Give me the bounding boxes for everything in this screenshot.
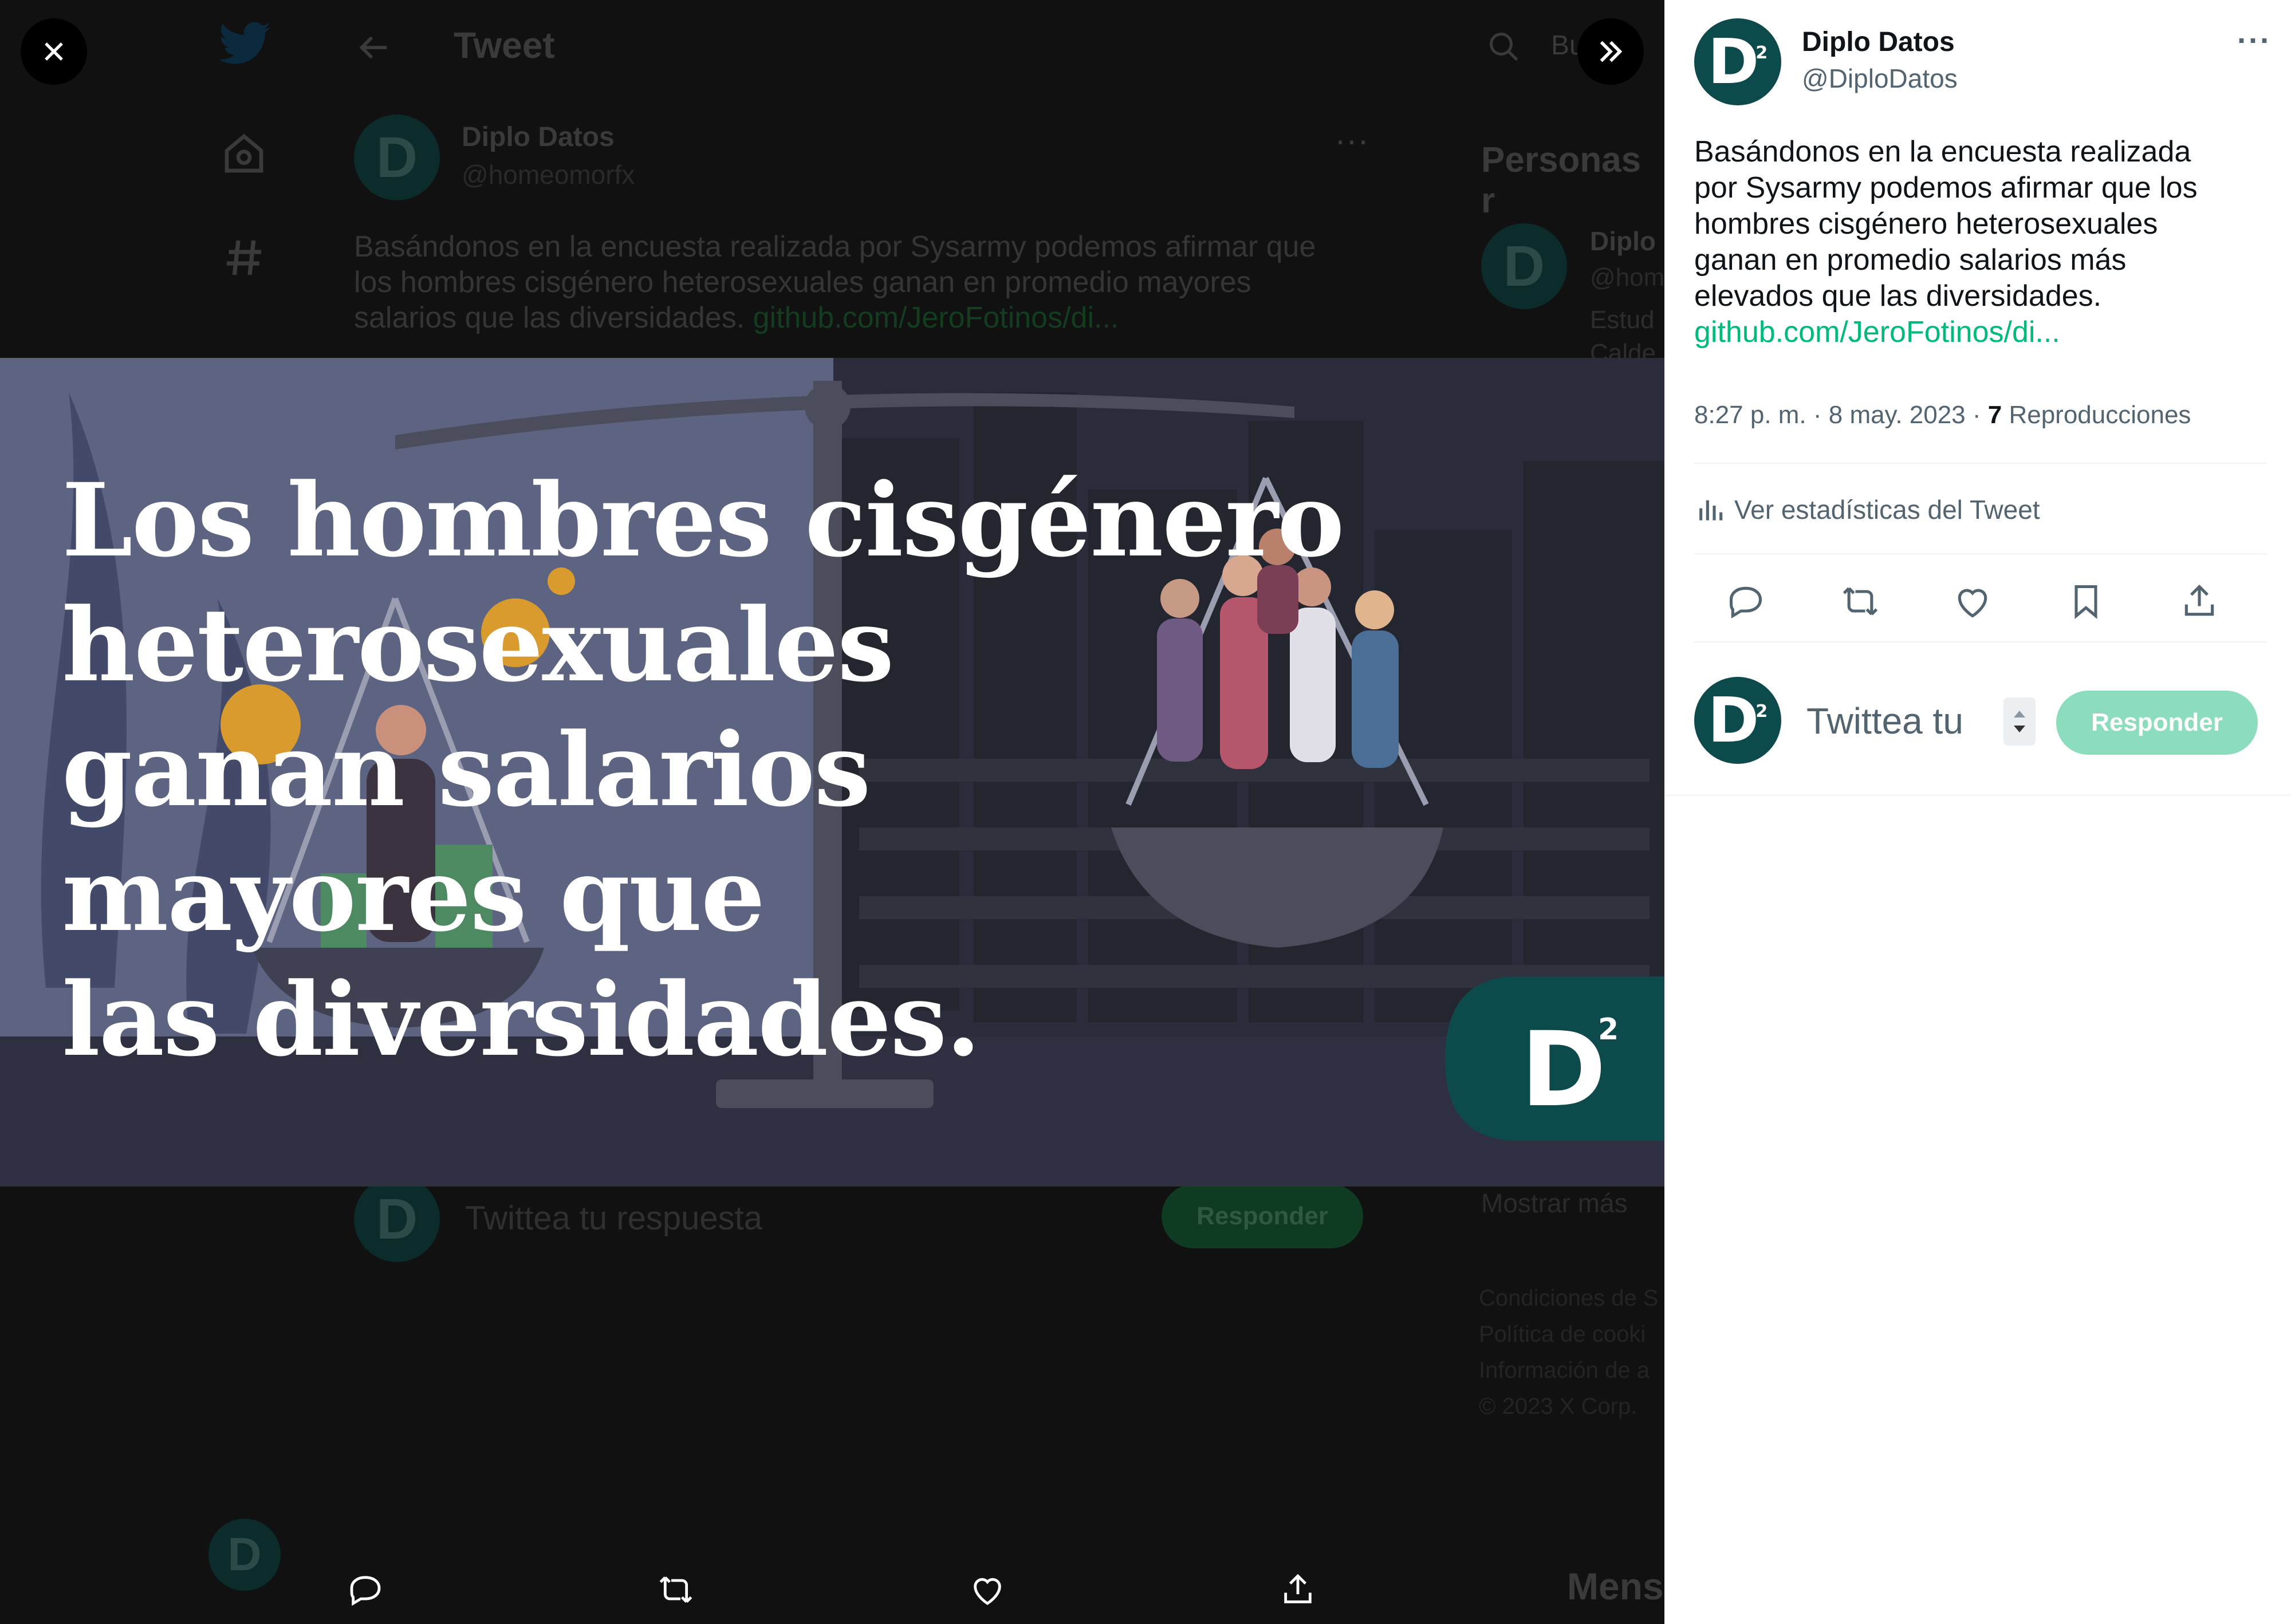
view-analytics-link[interactable]: Ver estadísticas del Tweet	[1694, 494, 2040, 526]
respond-button[interactable]: Responder	[2056, 691, 2258, 755]
caret-down-icon	[2014, 726, 2025, 732]
like-button[interactable]	[1953, 582, 1992, 621]
suggested-name: Diplo	[1590, 226, 1656, 256]
who-to-follow-title: Personas r	[1481, 140, 1642, 220]
divider	[1694, 553, 2267, 554]
show-more: Mostrar más	[1481, 1188, 1628, 1218]
reply-avatar: D	[354, 1176, 440, 1262]
retweet-icon	[1843, 587, 1878, 616]
author-handle[interactable]: @DiploDatos	[1802, 63, 1958, 94]
like-icon	[974, 1578, 1001, 1605]
reply-icon	[1729, 586, 1762, 619]
media-image: D 2 Los hombres cisgénero heterosexuales…	[0, 358, 1664, 1187]
svg-text:D: D	[1521, 1010, 1606, 1130]
header-title: Tweet	[454, 25, 555, 66]
search-icon	[1487, 30, 1521, 64]
media-reply-button[interactable]	[343, 1567, 388, 1613]
retweet-icon	[659, 1576, 692, 1603]
share-icon	[1284, 1574, 1312, 1603]
reply-button: Responder	[1162, 1184, 1363, 1248]
messages-drawer-title: Mens	[1567, 1565, 1664, 1607]
tweet-author-name: Diplo Datos	[462, 122, 615, 152]
suggested-avatar: D	[1481, 223, 1567, 309]
caret-up-icon	[2014, 711, 2025, 718]
tweet-timestamp[interactable]: 8:27 p. m. · 8 may. 2023 ·	[1694, 401, 1988, 429]
divider	[1694, 641, 2267, 642]
views-label: Reproducciones	[2002, 401, 2191, 429]
account-avatar: D	[208, 1519, 281, 1591]
suggested-bio-1: Estud	[1590, 306, 1655, 334]
share-button[interactable]	[2180, 582, 2219, 621]
tweet-meta: 8:27 p. m. · 8 may. 2023 · 7 Reproduccio…	[1694, 401, 2191, 429]
tweet-link[interactable]: github.com/JeroFotinos/di...	[1694, 314, 2267, 350]
bookmark-icon	[2075, 585, 2097, 619]
close-icon	[45, 42, 63, 61]
divider	[1664, 795, 2291, 796]
media-like-button[interactable]	[965, 1567, 1010, 1613]
tweet-detail-panel: D2 Diplo Datos @DiploDatos ··· Basándono…	[1664, 0, 2291, 1624]
chevron-double-right-icon	[1600, 41, 1623, 62]
close-button[interactable]	[21, 18, 87, 85]
scroll-stepper[interactable]	[2003, 697, 2036, 746]
back-arrow-icon	[351, 27, 396, 68]
svg-text:2: 2	[1598, 1012, 1619, 1047]
views-count: 7	[1987, 401, 2002, 429]
author-name[interactable]: Diplo Datos	[1802, 26, 1955, 58]
tweet-author-handle: @homeomorfx	[462, 160, 635, 190]
composer-avatar: D2	[1694, 677, 1781, 764]
media-retweet-button[interactable]	[653, 1567, 699, 1613]
reply-placeholder: Twittea tu respuesta	[465, 1200, 763, 1237]
share-icon	[2184, 584, 2214, 616]
explore-hashtag-icon	[221, 235, 267, 281]
more-icon[interactable]: ···	[2237, 23, 2272, 58]
like-icon	[1958, 589, 1987, 618]
divider	[1694, 463, 2267, 464]
tweet-text: Basándonos en la encuesta realizada por …	[1694, 134, 2267, 350]
expand-panel-button[interactable]	[1577, 18, 1644, 85]
media-headline: Los hombres cisgénero heterosexuales gan…	[62, 461, 1344, 1079]
analytics-icon	[1699, 500, 1723, 521]
reply-icon	[350, 1576, 381, 1606]
tweet-author-avatar: D	[354, 115, 440, 200]
home-icon	[221, 131, 267, 176]
retweet-button[interactable]	[1840, 582, 1881, 621]
footer-links: Condiciones de S Política de cooki Infor…	[1479, 1286, 1659, 1419]
reply-button[interactable]	[1726, 582, 1765, 621]
suggested-handle: @hom	[1590, 263, 1664, 291]
tweet-more-icon: ···	[1335, 121, 1369, 159]
author-avatar[interactable]: D2	[1694, 18, 1781, 105]
twitter-logo-icon	[219, 22, 270, 65]
reply-input[interactable]: Twittea tu	[1806, 700, 1963, 742]
tweet-text: Basándonos en la encuesta realizada por …	[354, 230, 1316, 334]
media-share-button[interactable]	[1275, 1567, 1321, 1613]
bookmark-button[interactable]	[2066, 582, 2105, 621]
